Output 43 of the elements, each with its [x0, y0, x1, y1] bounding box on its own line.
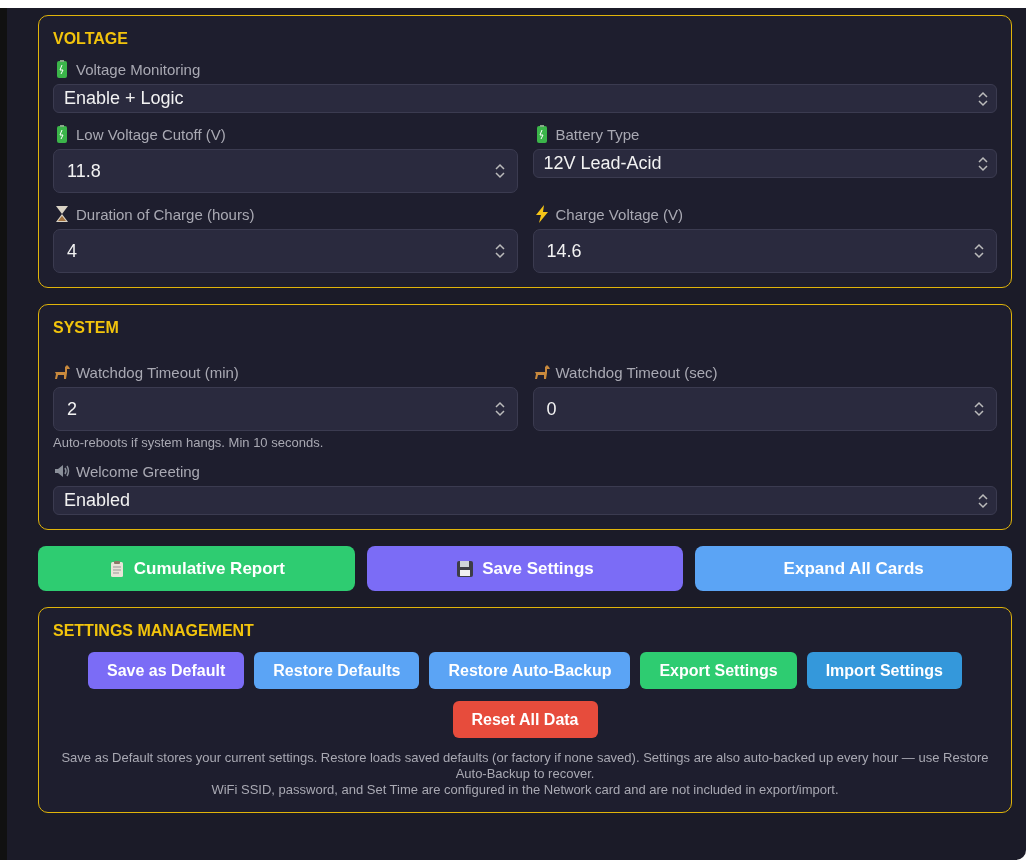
stepper-icon[interactable]: [978, 90, 988, 107]
stepper-icon[interactable]: [974, 243, 984, 259]
settings-button[interactable]: Export Settings: [640, 652, 797, 689]
action-button[interactable]: Expand All Cards: [695, 546, 1012, 591]
number-input[interactable]: 14.6: [532, 229, 997, 273]
field-label: Battery Type: [555, 125, 640, 143]
settings-button[interactable]: Import Settings: [806, 652, 962, 689]
field-label: Welcome Greeting: [76, 462, 200, 480]
action-button[interactable]: Save Settings: [366, 546, 684, 591]
action-button[interactable]: Cumulative Report: [38, 546, 355, 591]
help-text: Auto-reboots if system hangs. Min 10 seconds.: [53, 435, 325, 450]
stepper-icon[interactable]: [978, 155, 988, 172]
field-label: Watchdog Timeout (min): [76, 363, 239, 381]
stepper-icon[interactable]: [978, 492, 988, 509]
stepper-icon[interactable]: [974, 401, 984, 417]
dog-icon: [532, 363, 551, 381]
dog-icon: [53, 363, 71, 381]
number-input[interactable]: 11.8: [53, 149, 518, 193]
info-text: WiFi SSID, password, and Set Time are configured in the Network card and are not included in export/import.: [210, 782, 840, 798]
dropdown[interactable]: Enabled: [53, 486, 997, 515]
info-text: Save as Default stores your current settings. Restore loads saved defaults (or factory if none saved). Settings are also auto-backed up every hour — use Restore Auto-Backup to recover.: [60, 750, 990, 782]
field-label: Voltage Monitoring: [76, 60, 201, 78]
stepper-icon[interactable]: [494, 163, 505, 179]
card-title: VOLTAGE: [53, 30, 129, 48]
settings-button[interactable]: Restore Defaults: [254, 652, 420, 689]
dropdown[interactable]: 12V Lead-Acid: [532, 149, 997, 178]
hourglass-icon: [53, 205, 71, 223]
number-input[interactable]: 4: [53, 229, 518, 273]
number-input[interactable]: 0: [532, 387, 997, 431]
speaker-icon: [53, 462, 71, 480]
field-label: Low Voltage Cutoff (V): [76, 125, 226, 143]
card-title: SETTINGS MANAGEMENT: [53, 622, 255, 640]
dropdown[interactable]: Enable + Logic: [53, 84, 997, 113]
field-label: Charge Voltage (V): [555, 205, 684, 223]
card-title: SYSTEM: [53, 319, 120, 337]
stepper-icon[interactable]: [494, 401, 505, 417]
field-label: Duration of Charge (hours): [76, 205, 255, 223]
settings-button[interactable]: Reset All Data: [452, 701, 598, 738]
stepper-icon[interactable]: [494, 243, 505, 259]
field-label: Watchdog Timeout (sec): [555, 363, 718, 381]
number-input[interactable]: 2: [53, 387, 518, 431]
settings-button[interactable]: Save as Default: [88, 652, 245, 689]
settings-button[interactable]: Restore Auto-Backup: [429, 652, 631, 689]
